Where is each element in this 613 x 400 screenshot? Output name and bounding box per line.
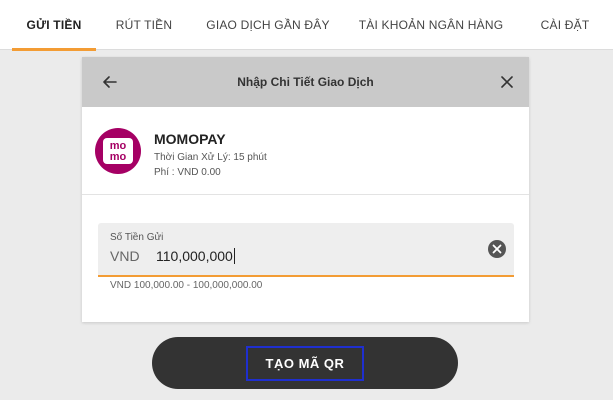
logo-text-bottom: mo [110, 151, 127, 163]
arrow-left-icon[interactable] [98, 70, 122, 94]
fee-text: Phí : VND 0.00 [154, 167, 221, 178]
top-tab-bar: GỬI TIỀN RÚT TIỀN GIAO DỊCH GẦN ĐÂY TÀI … [0, 0, 613, 51]
momo-logo: mo mo [94, 127, 142, 175]
deposit-amount-field[interactable]: Số Tiền Gửi VND 110,000,000 [98, 223, 514, 277]
tab-settings[interactable]: CÀI ĐẶT [530, 0, 600, 50]
create-qr-button[interactable]: TẠO MÃ QR [152, 337, 458, 389]
panel-title: Nhập Chi Tiết Giao Dịch [237, 75, 374, 89]
text-caret [233, 248, 235, 264]
tab-deposit[interactable]: GỬI TIỀN [12, 0, 96, 51]
currency-label: VND [110, 248, 140, 264]
amount-range-hint: VND 100,000.00 - 100,000,000.00 [110, 280, 263, 291]
tab-withdraw[interactable]: RÚT TIỀN [108, 0, 180, 50]
tab-recent-transactions[interactable]: GIAO DỊCH GẦN ĐÂY [202, 0, 334, 50]
tab-withdraw-label: RÚT TIỀN [115, 18, 173, 32]
payment-provider: mo mo MOMOPAY Thời Gian Xử Lý: 15 phút P… [82, 107, 529, 195]
provider-name: MOMOPAY [154, 131, 226, 147]
tab-recent-transactions-label: GIAO DỊCH GẦN ĐÂY [206, 18, 330, 32]
transaction-details-panel: Nhập Chi Tiết Giao Dịch mo mo MOMOPAY Th… [82, 57, 529, 322]
amount-label: Số Tiền Gửi [110, 232, 164, 243]
processing-time: Thời Gian Xử Lý: 15 phút [154, 152, 267, 163]
close-icon[interactable] [495, 70, 519, 94]
clear-circle-icon[interactable] [488, 240, 506, 258]
tab-bank-accounts[interactable]: TÀI KHOẢN NGÂN HÀNG [358, 0, 504, 50]
amount-input[interactable]: 110,000,000 [156, 248, 235, 264]
tab-deposit-label: GỬI TIỀN [26, 18, 82, 32]
create-qr-button-label: TẠO MÃ QR [245, 345, 365, 381]
tab-bank-accounts-label: TÀI KHOẢN NGÂN HÀNG [358, 18, 504, 32]
panel-header: Nhập Chi Tiết Giao Dịch [82, 57, 529, 107]
amount-value: 110,000,000 [156, 248, 233, 264]
tab-settings-label: CÀI ĐẶT [540, 18, 590, 32]
